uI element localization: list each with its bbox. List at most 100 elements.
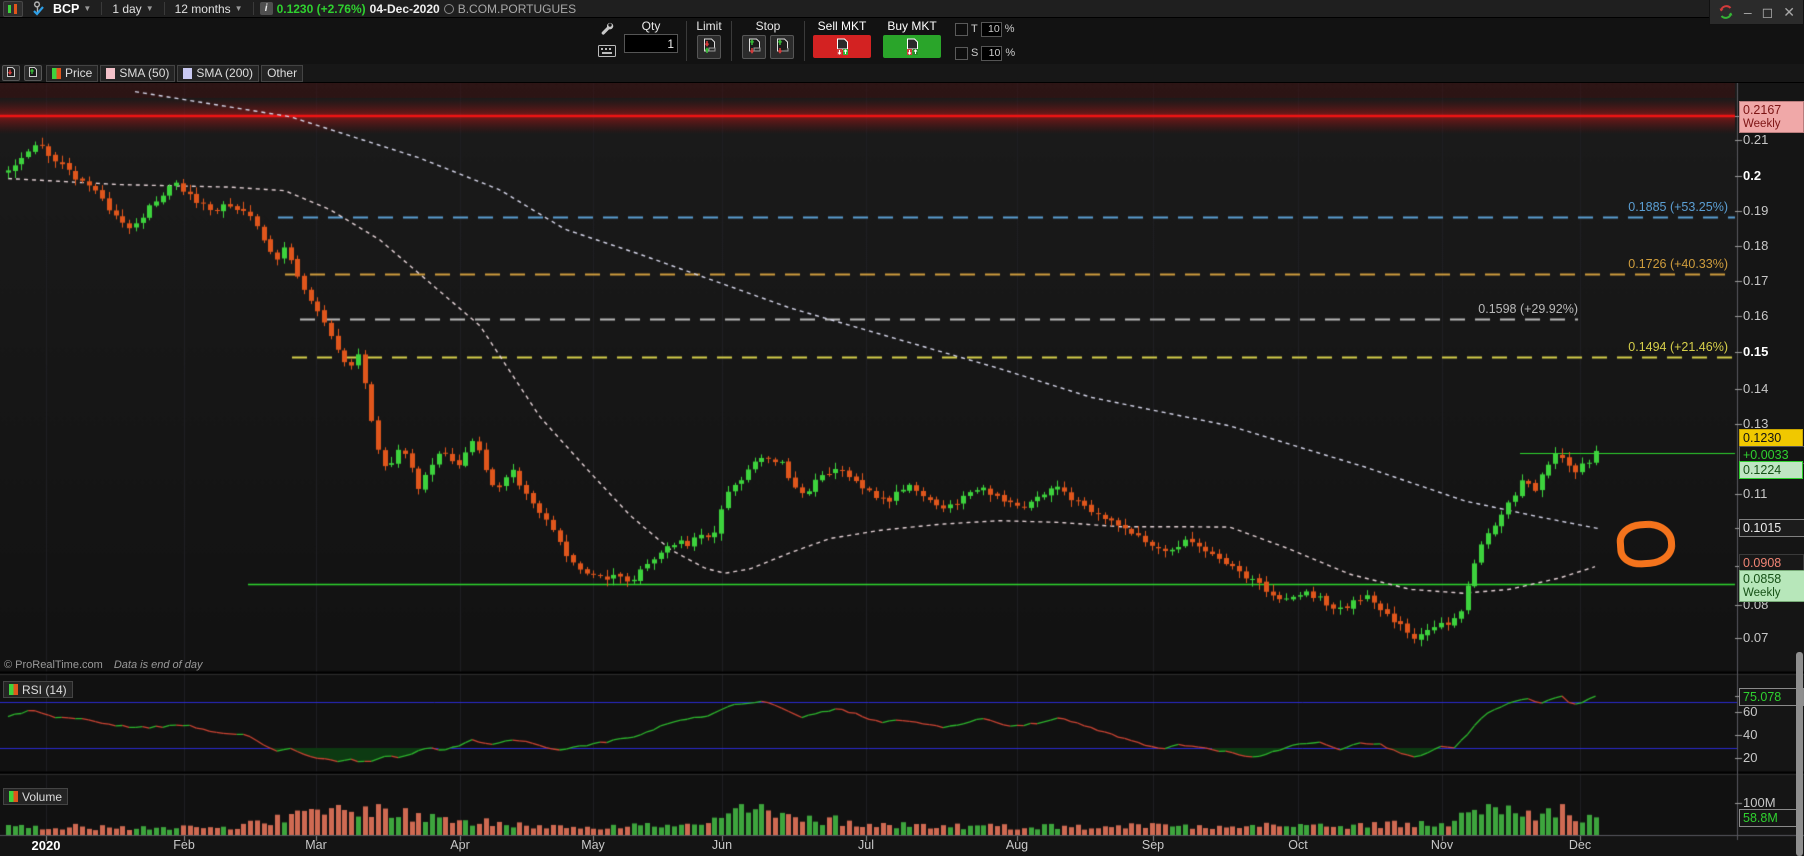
window-controls: – ◻ ✕: [1708, 0, 1804, 25]
divider: [163, 2, 165, 15]
x-axis-month-label: Aug: [1005, 838, 1029, 852]
sell-column: Sell MKT: [807, 19, 877, 63]
close-button[interactable]: ✕: [1783, 5, 1795, 19]
fib-level-label: 0.1726 (+40.33%): [1628, 257, 1728, 271]
x-axis-month-label: Dec: [1568, 838, 1592, 852]
last-price-change: 0.1230 (+2.76%): [276, 1, 366, 16]
legend-volume-label: Volume: [22, 789, 63, 804]
rsi-axis-tick: 40: [1743, 727, 1758, 742]
sma50-swatch-icon: [106, 67, 116, 79]
volume-axis-tick: 100M: [1743, 795, 1776, 810]
quote-date: 04-Dec-2020: [369, 1, 440, 16]
legend-rsi-label: RSI (14): [22, 682, 67, 697]
rsi-axis-tick: 20: [1743, 750, 1758, 765]
price-level-1015-label: 0.1015: [1739, 519, 1804, 537]
info-icon[interactable]: i: [259, 2, 273, 15]
chevron-down-icon: ▼: [234, 4, 243, 13]
instrument-name: B.COM.PORTUGUES: [457, 1, 577, 16]
sell-mkt-label: Sell MKT: [817, 19, 867, 33]
symbol-label: BCP: [53, 1, 80, 16]
legend-sma50-label: SMA (50): [119, 66, 170, 80]
divider: [686, 21, 687, 61]
price-axis-tick: 0.07: [1743, 630, 1769, 645]
buy-doc-icon-button[interactable]: [24, 65, 42, 81]
symbol-selector[interactable]: BCP ▼: [49, 2, 95, 16]
x-axis-month-label: Sep: [1141, 838, 1165, 852]
s-checkbox[interactable]: [955, 46, 968, 60]
t-label: T: [971, 23, 978, 35]
price-axis-tick: 0.14: [1743, 381, 1769, 396]
data-note-text: Data is end of day: [113, 659, 203, 671]
pin-check-icon[interactable]: [26, 1, 49, 16]
s-unit: %: [1005, 47, 1016, 59]
legend-price-label: Price: [65, 66, 93, 80]
timeframe-selector[interactable]: 1 day ▼: [108, 2, 157, 16]
last-price-label: 0.1230: [1739, 429, 1803, 447]
legend-rsi[interactable]: RSI (14): [3, 681, 73, 698]
x-axis-month-label: Feb: [173, 838, 195, 852]
alert-level-label: 0.1224: [1739, 461, 1803, 479]
x-axis-month-label: May: [581, 838, 605, 852]
timeframe-label: 1 day: [112, 1, 142, 16]
price-axis-tick: 0.18: [1743, 238, 1769, 253]
chevron-down-icon: ▼: [145, 4, 154, 13]
minimize-button[interactable]: –: [1744, 5, 1752, 19]
order-settings-wrench-icon[interactable]: [598, 20, 616, 42]
legend-volume[interactable]: Volume: [3, 788, 69, 805]
s-label: S: [971, 47, 979, 59]
keyboard-icon[interactable]: [598, 44, 616, 62]
range-label: 12 months: [174, 1, 231, 16]
legend-other-label: Other: [267, 66, 298, 80]
weekly-resistance-label: 0.2167 Weekly: [1739, 101, 1804, 133]
buy-mkt-label: Buy MKT: [887, 19, 937, 33]
maximize-button[interactable]: ◻: [1762, 5, 1774, 19]
price-axis-tick: 0.16: [1743, 308, 1769, 323]
order-strip: Qty Limit Stop: [0, 18, 1804, 64]
qty-label: Qty: [641, 19, 661, 33]
legend-sma200[interactable]: SMA (200): [177, 64, 260, 82]
fib-level-label: 0.1885 (+53.25%): [1628, 200, 1728, 214]
trailing-stop-column: T % S %: [947, 19, 1015, 63]
legend-price[interactable]: Price: [46, 64, 99, 82]
stop-order-button-2[interactable]: [770, 35, 794, 59]
legend-sma50[interactable]: SMA (50): [100, 64, 176, 82]
buy-mkt-button[interactable]: [883, 35, 941, 58]
price-swatch-icon: [52, 67, 61, 79]
price-axis-tick: 0.21: [1743, 132, 1769, 147]
copyright-text: © ProRealTime.com: [4, 659, 103, 671]
t-percent-input[interactable]: [980, 21, 1002, 37]
refresh-icon[interactable]: [1718, 4, 1734, 20]
range-selector[interactable]: 12 months ▼: [171, 2, 247, 16]
legend-other[interactable]: Other: [261, 64, 304, 82]
x-axis-month-label: Oct: [1288, 838, 1308, 852]
t-checkbox[interactable]: [955, 22, 968, 36]
stop-order-button-1[interactable]: [742, 35, 766, 59]
qty-input[interactable]: [624, 34, 678, 53]
vertical-scrollbar[interactable]: [1796, 652, 1803, 856]
price-chart-canvas[interactable]: [0, 0, 1804, 856]
price-axis-tick: 0.2: [1743, 168, 1762, 183]
x-axis-month-label: Apr: [450, 838, 470, 852]
rsi-value-label: 75.078: [1739, 688, 1804, 706]
sell-mkt-button[interactable]: [813, 35, 871, 58]
x-axis-month-label: Mar: [305, 838, 327, 852]
price-axis-tick: 0.11: [1743, 486, 1768, 501]
status-ring-icon: [443, 3, 454, 14]
legend-sma200-label: SMA (200): [196, 66, 254, 80]
rsi-axis-tick: 60: [1743, 704, 1758, 719]
qty-column: Qty: [618, 19, 684, 63]
limit-order-button[interactable]: [697, 35, 721, 59]
divider: [101, 2, 103, 15]
divider: [804, 21, 805, 61]
chart-style-icon[interactable]: [3, 0, 23, 17]
green-candle-glyph: [8, 4, 11, 13]
trading-platform-window: BCP ▼ 1 day ▼ 12 months ▼ i 0.1230 (+2.7…: [0, 0, 1804, 856]
limit-label: Limit: [696, 19, 722, 33]
sell-doc-icon-button[interactable]: [2, 65, 20, 81]
s-percent-input[interactable]: [981, 45, 1003, 61]
chevron-down-icon: ▼: [83, 4, 92, 13]
fib-level-label: 0.1598 (+29.92%): [1478, 302, 1578, 316]
x-axis-month-label: Nov: [1430, 838, 1454, 852]
divider: [252, 2, 254, 15]
top-toolbar: BCP ▼ 1 day ▼ 12 months ▼ i 0.1230 (+2.7…: [0, 0, 1804, 18]
